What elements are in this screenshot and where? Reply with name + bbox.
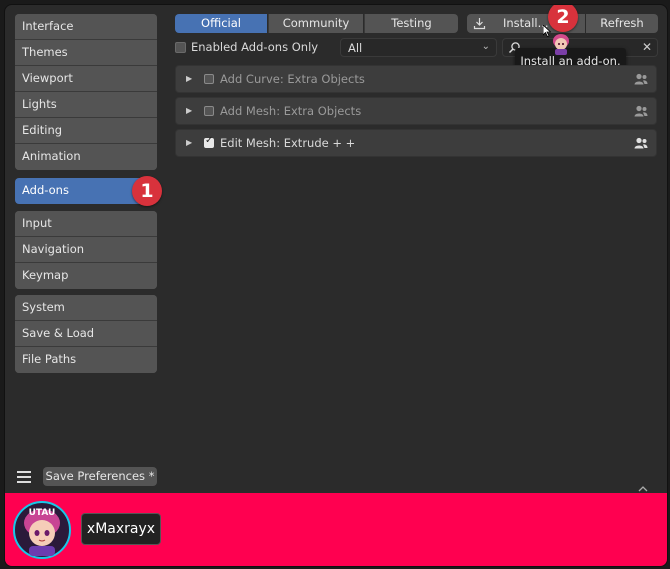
sidebar-group-interface: Interface Themes Viewport Lights Editing… <box>15 14 157 170</box>
tab-testing[interactable]: Testing <box>364 14 458 33</box>
addon-enable-checkbox[interactable] <box>204 74 214 84</box>
sidebar-item-input[interactable]: Input <box>15 211 157 237</box>
enabled-only-label: Enabled Add-ons Only <box>191 40 319 54</box>
addon-enable-checkbox[interactable] <box>204 106 214 116</box>
streamer-banner: UTAU xMaxrayx <box>5 493 667 566</box>
username-label: xMaxrayx <box>81 513 161 545</box>
sidebar-item-file-paths[interactable]: File Paths <box>15 347 157 373</box>
avatar: UTAU <box>13 501 71 559</box>
expand-triangle-icon[interactable]: ▶ <box>186 74 192 83</box>
expand-triangle-icon[interactable]: ▶ <box>186 138 192 147</box>
addon-name: Add Mesh: Extra Objects <box>220 104 362 118</box>
tab-official[interactable]: Official <box>175 14 267 33</box>
community-user-icon <box>634 73 648 85</box>
sidebar-group-input: Input Navigation Keymap <box>15 211 157 289</box>
addon-name: Add Curve: Extra Objects <box>220 72 365 86</box>
sidebar-item-lights[interactable]: Lights <box>15 92 157 118</box>
addon-enable-checkbox[interactable] <box>204 135 214 148</box>
preferences-window: Interface Themes Viewport Lights Editing… <box>4 4 668 567</box>
addon-name: Edit Mesh: Extrude + + <box>220 136 356 150</box>
addon-row-edit-mesh[interactable]: ▶ Edit Mesh: Extrude + + <box>175 129 657 157</box>
sidebar-item-navigation[interactable]: Navigation <box>15 237 157 263</box>
clear-search-icon[interactable]: ✕ <box>642 40 652 54</box>
step-badge-1: 1 <box>132 176 162 206</box>
sidebar-item-save-load[interactable]: Save & Load <box>15 321 157 347</box>
sidebar-group-system: System Save & Load File Paths <box>15 295 157 373</box>
chevron-up-icon[interactable] <box>637 485 649 493</box>
hamburger-menu-icon[interactable] <box>16 470 32 484</box>
install-label: Install... <box>503 16 549 30</box>
category-value: All <box>348 41 363 55</box>
character-sticker-icon <box>553 34 569 55</box>
sidebar-item-system[interactable]: System <box>15 295 157 321</box>
sidebar-item-animation[interactable]: Animation <box>15 144 157 170</box>
refresh-button[interactable]: Refresh <box>586 14 658 33</box>
sidebar-item-interface[interactable]: Interface <box>15 14 157 40</box>
community-user-icon <box>634 137 648 149</box>
expand-triangle-icon[interactable]: ▶ <box>186 106 192 115</box>
sidebar-item-themes[interactable]: Themes <box>15 40 157 66</box>
addon-row-add-mesh[interactable]: ▶ Add Mesh: Extra Objects <box>175 97 657 125</box>
save-preferences-button[interactable]: Save Preferences * <box>43 467 157 486</box>
enabled-only-checkbox[interactable] <box>175 42 186 53</box>
chevron-down-icon: ⌄ <box>481 41 490 52</box>
category-dropdown[interactable]: All ⌄ <box>340 38 497 57</box>
sidebar-item-viewport[interactable]: Viewport <box>15 66 157 92</box>
community-user-icon <box>634 105 648 117</box>
avatar-logo-text: UTAU <box>29 508 56 518</box>
sidebar-item-keymap[interactable]: Keymap <box>15 263 157 289</box>
tab-community[interactable]: Community <box>268 14 363 33</box>
addon-row-add-curve[interactable]: ▶ Add Curve: Extra Objects <box>175 65 657 93</box>
download-icon <box>473 18 486 30</box>
sidebar-item-editing[interactable]: Editing <box>15 118 157 144</box>
